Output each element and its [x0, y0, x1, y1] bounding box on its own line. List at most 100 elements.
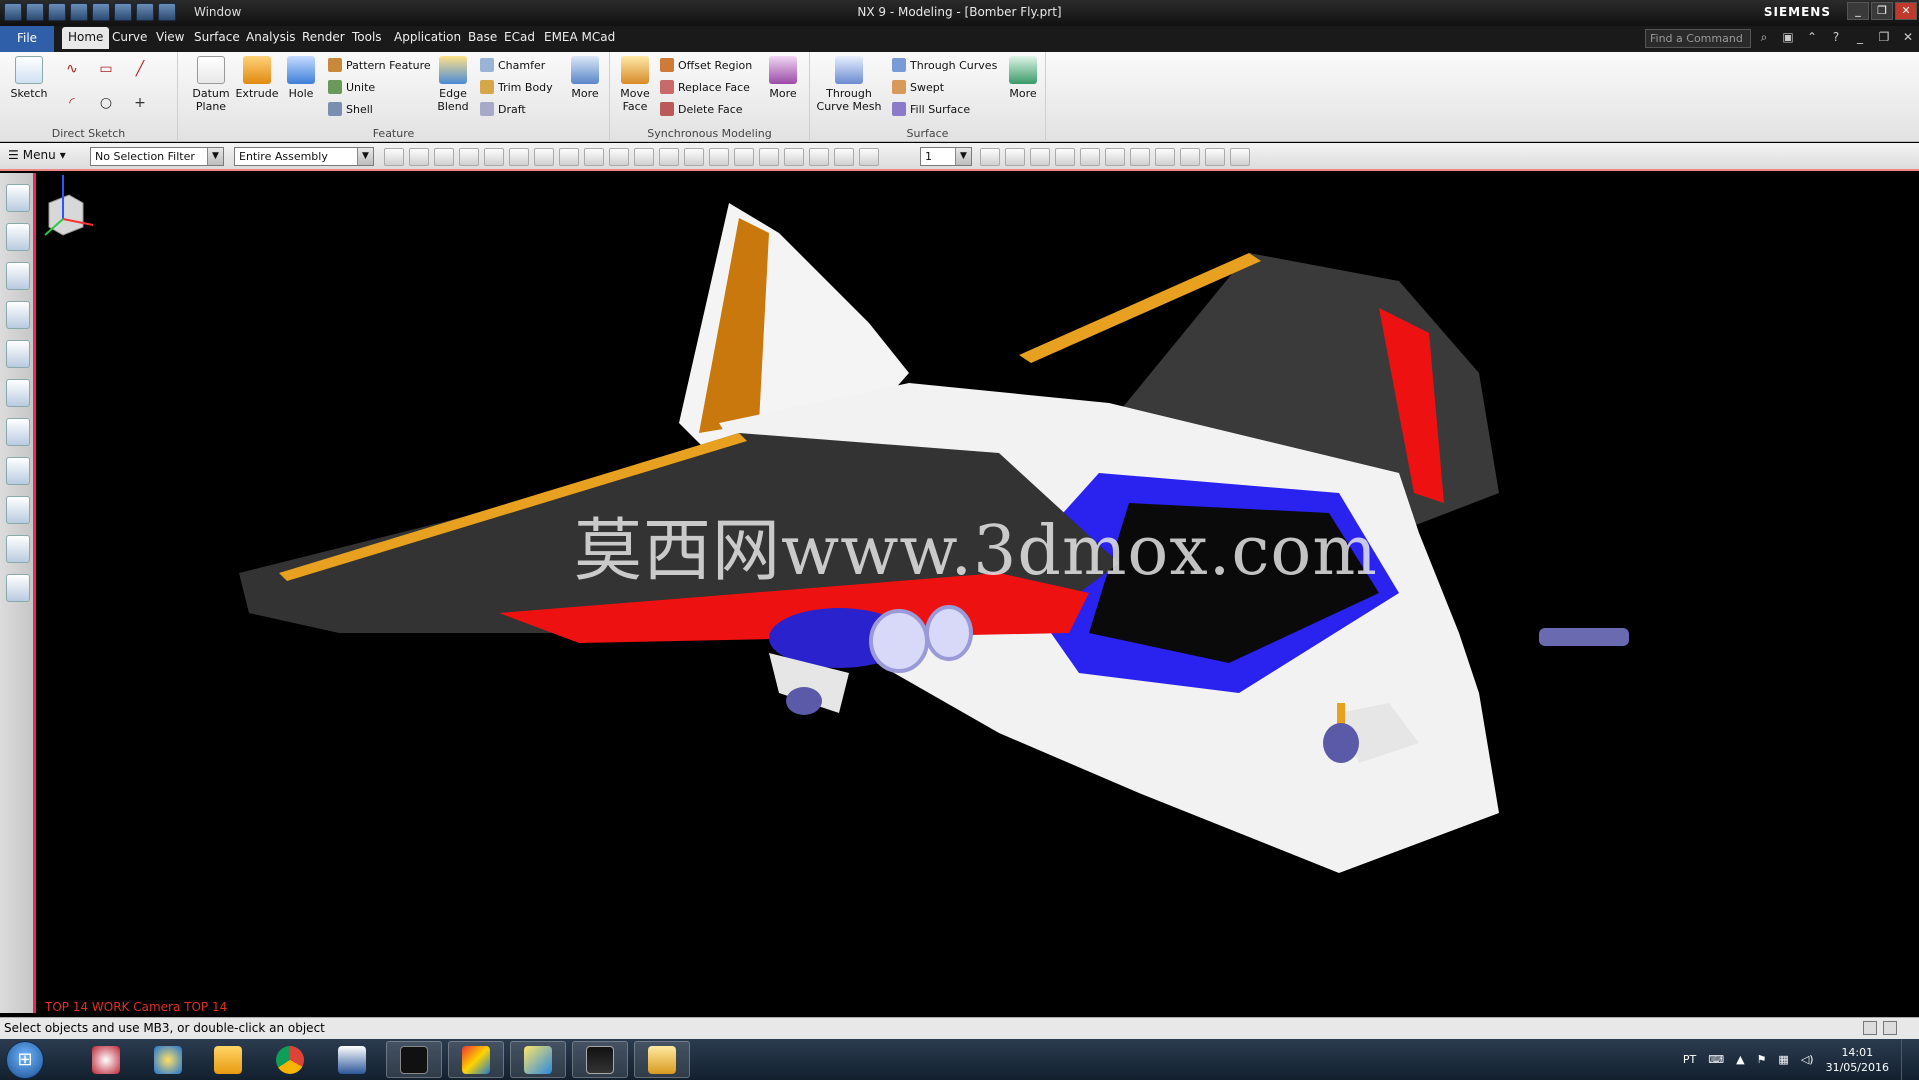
- cube-icon[interactable]: [559, 148, 579, 166]
- selection-scope-select[interactable]: Entire Assembly ▼: [234, 147, 374, 166]
- endpoint-snap-icon[interactable]: [634, 148, 654, 166]
- tab-surface[interactable]: Surface: [194, 30, 240, 44]
- layer-select[interactable]: 1 ▼: [920, 147, 972, 166]
- arc-icon[interactable]: ◜: [60, 92, 84, 114]
- sync-more-button[interactable]: More: [760, 56, 806, 100]
- wcs-icon[interactable]: [1205, 148, 1225, 166]
- point-on-curve-snap-icon[interactable]: [809, 148, 829, 166]
- graphics-viewport[interactable]: 莫西网www.3dmox.com TOP 14 WORK Camera TOP …: [39, 173, 1919, 1017]
- work-layer-icon[interactable]: [1130, 148, 1150, 166]
- replace-face-button[interactable]: Replace Face: [660, 78, 750, 96]
- taskbar-app-cmd[interactable]: [386, 1041, 442, 1078]
- point-icon[interactable]: +: [128, 92, 152, 114]
- chevron-down-icon[interactable]: ▼: [357, 148, 373, 165]
- volume-icon[interactable]: ◁): [1801, 1053, 1814, 1066]
- edit-section-icon[interactable]: [1155, 148, 1175, 166]
- history-icon[interactable]: [6, 379, 30, 407]
- chevron-down-icon[interactable]: ▼: [955, 148, 971, 165]
- help-icon[interactable]: ?: [1827, 30, 1845, 48]
- chamfer-button[interactable]: Chamfer: [480, 56, 545, 74]
- tab-application[interactable]: Application: [394, 30, 461, 44]
- feature-more-button[interactable]: More: [562, 56, 608, 100]
- keyboard-icon[interactable]: ⌨: [1708, 1053, 1724, 1066]
- move-face-button[interactable]: Move Face: [612, 56, 658, 113]
- through-curves-button[interactable]: Through Curves: [892, 56, 997, 74]
- chevron-down-icon[interactable]: ▼: [207, 148, 223, 165]
- tab-curve[interactable]: Curve: [112, 30, 147, 44]
- taskbar-app-nx-2[interactable]: [510, 1041, 566, 1078]
- move-icon[interactable]: [609, 148, 629, 166]
- profile-icon[interactable]: ∿: [60, 58, 84, 80]
- tab-render[interactable]: Render: [302, 30, 345, 44]
- manufacturing-wizard-icon[interactable]: [6, 496, 30, 524]
- settings-icon[interactable]: [1230, 148, 1250, 166]
- pan-icon[interactable]: [1055, 148, 1075, 166]
- tab-emea-mcad[interactable]: EMEA MCad: [544, 30, 615, 44]
- tab-file[interactable]: File: [0, 26, 54, 52]
- deselect-icon[interactable]: [459, 148, 479, 166]
- assembly-navigator-icon[interactable]: [6, 184, 30, 212]
- bounded-grid-snap-icon[interactable]: [859, 148, 879, 166]
- snap-grid-icon[interactable]: [584, 148, 604, 166]
- intersection-snap-icon[interactable]: [709, 148, 729, 166]
- extrude-button[interactable]: Extrude: [234, 56, 280, 100]
- search-icon[interactable]: ⌕: [1755, 30, 1773, 48]
- offset-region-button[interactable]: Offset Region: [660, 56, 752, 74]
- language-indicator[interactable]: PT: [1683, 1053, 1696, 1066]
- midpoint-snap-icon[interactable]: [659, 148, 679, 166]
- tab-home[interactable]: Home: [62, 27, 110, 49]
- existing-point-snap-icon[interactable]: [784, 148, 804, 166]
- taskbar-app-ie[interactable]: [140, 1041, 196, 1078]
- quadrant-snap-icon[interactable]: [759, 148, 779, 166]
- taskbar-app-outlook[interactable]: [200, 1041, 256, 1078]
- draft-button[interactable]: Draft: [480, 100, 526, 118]
- fill-surface-button[interactable]: Fill Surface: [892, 100, 970, 118]
- show-hidden-icons-icon[interactable]: ▲: [1736, 1053, 1744, 1066]
- show-hide-icon[interactable]: [1180, 148, 1200, 166]
- pattern-feature-button[interactable]: Pattern Feature: [328, 56, 431, 74]
- lasso-icon[interactable]: [484, 148, 504, 166]
- menu-button[interactable]: ☰ Menu ▾: [8, 148, 66, 162]
- edge-blend-button[interactable]: Edge Blend: [430, 56, 476, 113]
- tab-view[interactable]: View: [156, 30, 184, 44]
- taskbar-app-explorer[interactable]: [634, 1041, 690, 1078]
- control-point-snap-icon[interactable]: [684, 148, 704, 166]
- clock[interactable]: 14:01 31/05/2016: [1826, 1045, 1889, 1075]
- hole-button[interactable]: Hole: [278, 56, 324, 100]
- through-curve-mesh-button[interactable]: Through Curve Mesh: [814, 56, 884, 113]
- start-button[interactable]: ⊞: [6, 1041, 44, 1079]
- rendering-style-icon[interactable]: [1105, 148, 1125, 166]
- full-screen-icon[interactable]: ▣: [1779, 30, 1797, 48]
- taskbar-app-word[interactable]: [324, 1041, 380, 1078]
- box-select-icon[interactable]: [509, 148, 529, 166]
- trim-body-button[interactable]: Trim Body: [480, 78, 553, 96]
- status-window-icon[interactable]: [1883, 1021, 1897, 1035]
- delete-face-button[interactable]: Delete Face: [660, 100, 743, 118]
- doc-close-icon[interactable]: ✕: [1899, 30, 1917, 48]
- shaded-icon[interactable]: [534, 148, 554, 166]
- swept-button[interactable]: Swept: [892, 78, 944, 96]
- selection-filter-select[interactable]: No Selection Filter ▼: [90, 147, 224, 166]
- datum-plane-button[interactable]: Datum Plane: [188, 56, 234, 113]
- clock-icon[interactable]: [6, 418, 30, 446]
- orient-view-icon[interactable]: [1080, 148, 1100, 166]
- minimize-button[interactable]: _: [1847, 2, 1869, 20]
- arc-center-snap-icon[interactable]: [734, 148, 754, 166]
- system-scenes-icon[interactable]: [6, 574, 30, 602]
- taskbar-app-paint[interactable]: [78, 1041, 134, 1078]
- tab-base[interactable]: Base: [468, 30, 497, 44]
- tab-ecad[interactable]: ECad: [504, 30, 535, 44]
- taskbar-app-image-viewer[interactable]: [572, 1041, 628, 1078]
- full-screen-toggle-icon[interactable]: [1863, 1021, 1877, 1035]
- shell-button[interactable]: Shell: [328, 100, 373, 118]
- restore-button[interactable]: ❐: [1871, 2, 1893, 20]
- surface-more-button[interactable]: More: [1000, 56, 1046, 100]
- taskbar-app-chrome[interactable]: [262, 1041, 318, 1078]
- process-studio-icon[interactable]: [6, 457, 30, 485]
- rotate-icon[interactable]: [1030, 148, 1050, 166]
- part-navigator-icon[interactable]: [6, 262, 30, 290]
- aircraft-model[interactable]: [39, 173, 1919, 1017]
- fit-icon[interactable]: [980, 148, 1000, 166]
- filter-icon[interactable]: [384, 148, 404, 166]
- web-browser-icon[interactable]: [6, 340, 30, 368]
